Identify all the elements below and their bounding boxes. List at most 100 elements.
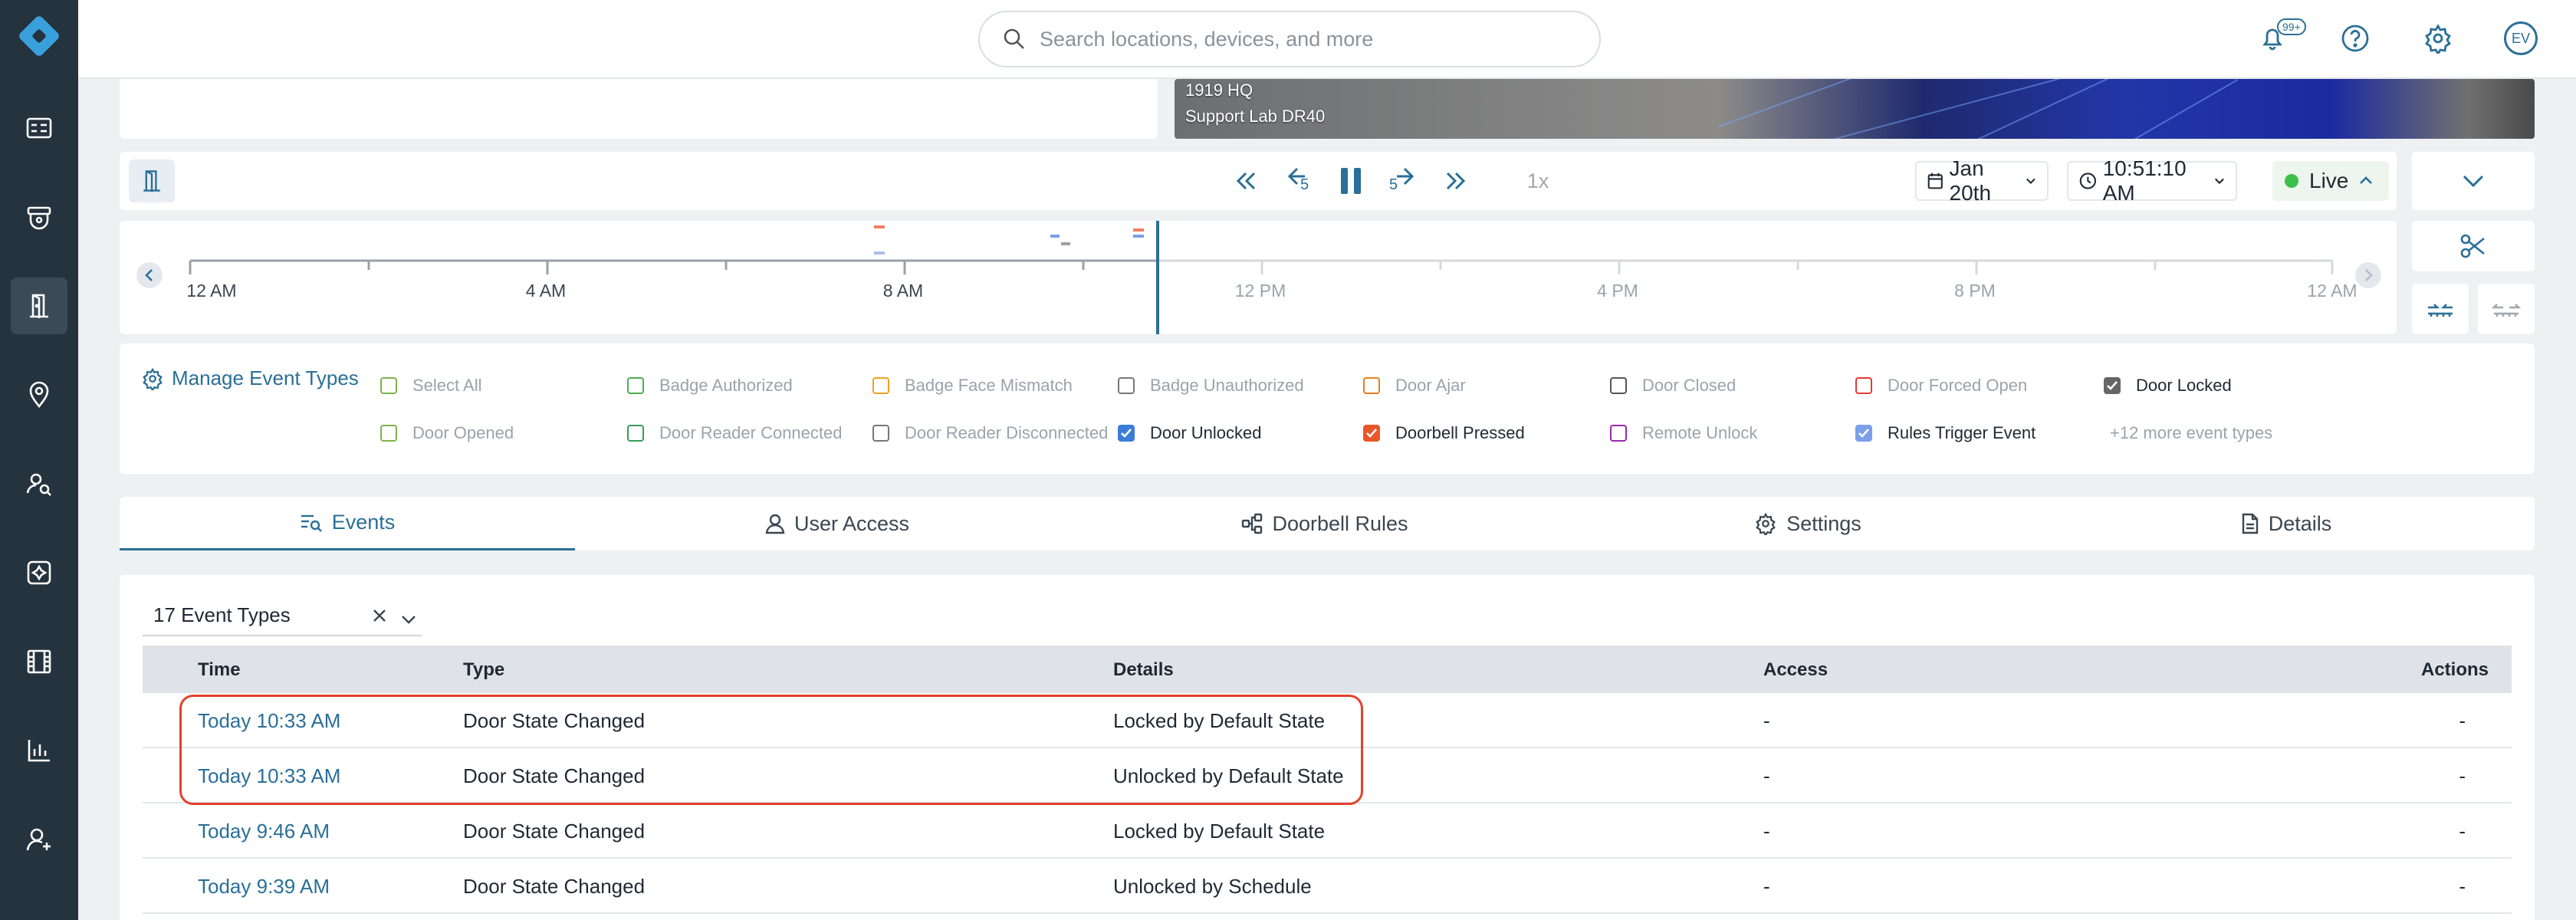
event-type-cell: Door State Changed xyxy=(463,820,646,843)
help-button[interactable] xyxy=(2334,17,2377,60)
chevron-down-icon[interactable] xyxy=(400,607,417,631)
event-type-select-value: 17 Event Types xyxy=(153,603,291,626)
event-time-link[interactable]: Today 9:46 AM xyxy=(198,820,330,843)
add-widget-icon[interactable] xyxy=(11,544,67,601)
table-row[interactable]: Today 10:33 AM Door State Changed Locked b… xyxy=(143,693,2512,748)
table-row[interactable]: Today 9:39 AM Door State Changed Unlocked … xyxy=(143,859,2512,914)
zoom-in-timeline-button[interactable] xyxy=(2412,284,2469,334)
table-row[interactable]: Today 10:33 AM Door State Changed Unlocked… xyxy=(143,748,2512,803)
search-person-icon[interactable] xyxy=(11,455,67,512)
manage-event-types-link[interactable]: Manage Event Types xyxy=(141,366,359,390)
live-indicator xyxy=(2285,174,2298,188)
event-time-link[interactable]: Today 9:39 AM xyxy=(198,875,330,899)
event-type-checkbox[interactable]: Badge Face Mismatch xyxy=(872,376,1073,396)
timeline[interactable]: 12 AM 4 AM 8 AM 12 PM 4 PM 8 PM 12 AM xyxy=(120,221,2397,334)
time-picker[interactable]: 10:51:10 AM xyxy=(2067,156,2237,205)
help-icon xyxy=(2341,25,2369,52)
event-access-cell: - xyxy=(1763,820,1770,843)
event-type-checkbox[interactable]: Door Opened xyxy=(380,423,514,443)
event-type-checkbox[interactable]: Door Forced Open xyxy=(1855,376,2027,396)
column-header-type[interactable]: Type xyxy=(463,659,504,681)
checkbox-icon xyxy=(1363,377,1380,394)
event-type-checkbox[interactable]: Badge Unauthorized xyxy=(1118,376,1304,396)
add-user-icon[interactable] xyxy=(11,811,67,868)
column-header-time[interactable]: Time xyxy=(198,659,241,681)
notifications-button[interactable]: 99+ xyxy=(2251,17,2306,60)
playback-speed[interactable]: 1x xyxy=(1515,166,1561,196)
event-time-link[interactable]: Today 10:33 AM xyxy=(198,764,340,788)
event-type-checkbox[interactable]: Door Unlocked xyxy=(1118,423,1262,443)
event-actions-cell[interactable]: - xyxy=(2459,709,2466,733)
checkbox-icon xyxy=(872,425,889,442)
user-menu-button[interactable]: EV xyxy=(2499,17,2542,60)
tab-settings[interactable]: Settings xyxy=(1578,497,2038,550)
settings-button[interactable] xyxy=(2417,17,2459,60)
calendar-icon xyxy=(1927,172,1943,189)
column-header-details[interactable]: Details xyxy=(1113,659,1174,681)
zoom-out-timeline-button[interactable] xyxy=(2478,284,2535,334)
door-icon xyxy=(143,170,160,192)
event-actions-cell[interactable]: - xyxy=(2459,764,2466,788)
pause-button[interactable] xyxy=(1334,163,1368,199)
clear-icon[interactable] xyxy=(371,606,388,629)
skip-back-seconds: 5 xyxy=(1300,176,1309,193)
more-event-types-link[interactable]: +12 more event types xyxy=(2110,423,2272,443)
dashboard-icon[interactable] xyxy=(11,100,67,156)
table-row[interactable]: Today 9:46 AM Door State Changed Locked by… xyxy=(143,803,2512,859)
search-input[interactable] xyxy=(1040,27,1561,51)
tab-doorbell-rules[interactable]: Doorbell Rules xyxy=(1072,497,1578,550)
chevron-down-icon xyxy=(2026,178,2036,185)
skip-back-icon xyxy=(1287,167,1305,186)
event-type-checkbox[interactable]: Select All xyxy=(380,376,482,396)
event-details-cell: Unlocked by Schedule xyxy=(1113,875,1312,898)
clip-button[interactable] xyxy=(2412,221,2535,271)
date-picker[interactable]: Jan 20th xyxy=(1915,156,2049,205)
column-header-access[interactable]: Access xyxy=(1763,659,1828,681)
tab-user-access[interactable]: User Access xyxy=(607,497,1067,550)
camera-feed[interactable]: 1919 HQ Support Lab DR40 xyxy=(1175,79,2535,139)
event-actions-cell[interactable]: - xyxy=(2459,820,2466,843)
chart-icon[interactable] xyxy=(11,722,67,779)
tab-events[interactable]: Events xyxy=(120,497,575,550)
event-type-label: Badge Authorized xyxy=(659,376,793,395)
skip-back-button[interactable]: 5 xyxy=(1282,163,1316,199)
event-type-checkbox[interactable]: Badge Authorized xyxy=(627,376,793,396)
tab-details[interactable]: Details xyxy=(2038,497,2535,550)
event-type-label: Remote Unlock xyxy=(1642,423,1758,442)
fast-forward-button[interactable] xyxy=(1438,166,1472,196)
event-type-checkbox[interactable]: Door Ajar xyxy=(1363,376,1466,396)
camera-icon[interactable] xyxy=(11,189,67,245)
film-icon[interactable] xyxy=(11,633,67,690)
tab-label: Details xyxy=(2268,511,2332,535)
event-type-checkbox[interactable]: Door Reader Connected xyxy=(627,423,842,443)
timeline-tick: 8 AM xyxy=(882,281,924,301)
event-access-cell: - xyxy=(1763,764,1770,787)
event-type-label: Door Closed xyxy=(1642,376,1737,395)
collapse-button[interactable] xyxy=(2412,152,2535,210)
event-type-label: Door Unlocked xyxy=(1150,423,1262,442)
search-bar[interactable] xyxy=(978,11,1601,67)
event-type-checkbox[interactable]: Door Closed xyxy=(1610,376,1736,396)
event-type-label: Doorbell Pressed xyxy=(1395,423,1525,442)
event-type-checkbox[interactable]: Rules Trigger Event xyxy=(1855,423,2036,443)
event-type-label: Door Opened xyxy=(412,423,514,442)
door-icon[interactable] xyxy=(11,278,67,334)
manage-event-types-label: Manage Event Types xyxy=(172,366,359,389)
event-type-checkbox[interactable]: Doorbell Pressed xyxy=(1363,423,1525,443)
camera-site-label: 1919 HQ xyxy=(1185,80,1254,100)
event-actions-cell[interactable]: - xyxy=(2459,875,2466,899)
event-type-checkbox[interactable]: Door Locked xyxy=(2104,376,2232,396)
event-time-link[interactable]: Today 10:33 AM xyxy=(198,709,340,733)
event-type-checkbox[interactable]: Remote Unlock xyxy=(1610,423,1757,443)
time-value: 10:51:10 AM xyxy=(2102,156,2187,205)
event-type-select[interactable]: 17 Event Types xyxy=(143,595,422,636)
event-type-checkbox[interactable]: Door Reader Disconnected xyxy=(872,423,1108,443)
door-view-button[interactable] xyxy=(129,159,175,202)
checkbox-icon xyxy=(1610,425,1627,442)
skip-forward-button[interactable]: 5 xyxy=(1386,163,1420,199)
live-button[interactable]: Live xyxy=(2272,161,2389,201)
location-icon[interactable] xyxy=(11,366,67,423)
rewind-button[interactable] xyxy=(1230,166,1263,196)
event-type-label: Select All xyxy=(412,376,482,395)
logo-icon[interactable] xyxy=(15,12,64,61)
